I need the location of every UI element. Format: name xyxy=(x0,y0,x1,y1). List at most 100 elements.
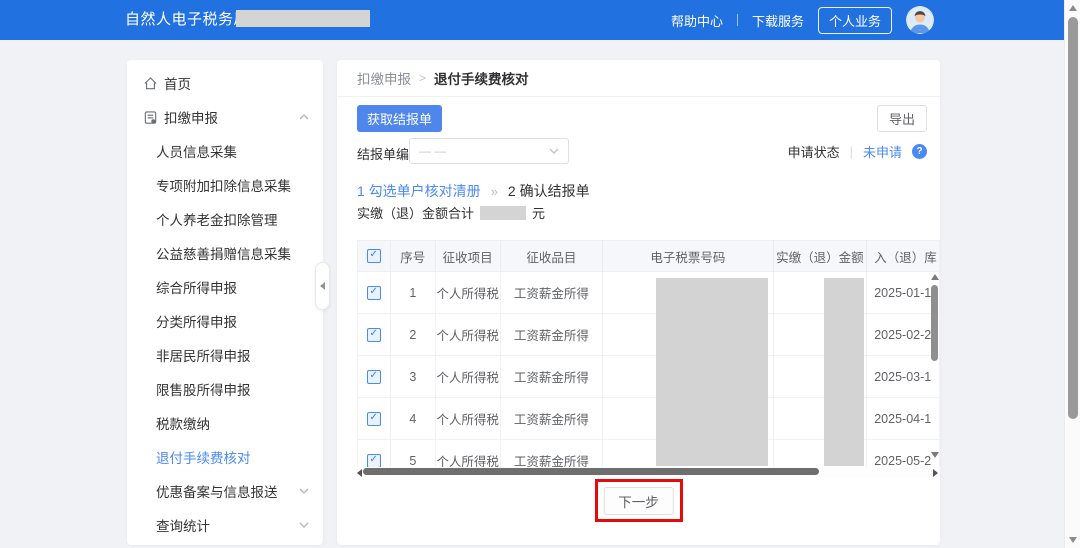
chevron-down-icon xyxy=(299,522,309,528)
cell-seq: 1 xyxy=(391,272,436,313)
help-center-link[interactable]: 帮助中心 xyxy=(671,11,723,30)
fetch-settlement-button[interactable]: 获取结报单 xyxy=(357,105,442,132)
sidebar-item-personnel-info[interactable]: 人员信息采集 xyxy=(127,134,323,168)
topbar-divider xyxy=(737,14,738,26)
sidebar-item-comprehensive-income[interactable]: 综合所得申报 xyxy=(127,270,323,304)
cell-date: 2025-04-1 xyxy=(867,398,939,439)
page-scrollbar-thumb[interactable] xyxy=(1068,17,1078,419)
sidebar-collapse-handle[interactable] xyxy=(315,262,330,310)
chevron-up-icon xyxy=(299,114,309,120)
scroll-up-icon[interactable] xyxy=(1069,5,1077,11)
user-avatar[interactable] xyxy=(906,6,934,34)
breadcrumb-parent[interactable]: 扣缴申报 xyxy=(357,68,411,88)
account-name-redaction xyxy=(236,10,370,27)
avatar-person-icon xyxy=(906,6,934,34)
row-checkbox[interactable] xyxy=(367,412,381,426)
table-hscroll-thumb[interactable] xyxy=(363,468,819,475)
topbar: 自然人电子税务局 帮助中心 下载服务 个人业务 xyxy=(0,0,1064,40)
step-1-link[interactable]: 1 勾选单户核对清册 xyxy=(357,181,481,201)
column-header-project: 征收项目 xyxy=(436,241,501,271)
column-header-ticket: 电子税票号码 xyxy=(603,241,773,271)
step-indicator: 1 勾选单户核对清册 » 2 确认结报单 xyxy=(357,181,590,201)
row-checkbox[interactable] xyxy=(367,328,381,342)
sidebar: 首页 扣缴申报 人员信息采集 专项附加扣除信息采集 个人养老金扣除管理 公益慈善… xyxy=(127,60,323,545)
next-step-button[interactable]: 下一步 xyxy=(603,487,674,515)
column-header-item: 征收品目 xyxy=(501,241,604,271)
total-amount-unit: 元 xyxy=(532,203,545,222)
total-amount-redaction xyxy=(480,206,526,220)
scroll-up-icon[interactable] xyxy=(931,274,939,280)
cell-project: 个人所得税 xyxy=(436,272,501,313)
table-horizontal-scrollbar[interactable] xyxy=(357,467,940,477)
select-placeholder: — — xyxy=(419,144,549,158)
column-header-seq: 序号 xyxy=(391,241,436,271)
breadcrumb-current: 退付手续费核对 xyxy=(434,68,529,88)
cell-item: 工资薪金所得 xyxy=(501,398,604,439)
page: 自然人电子税务局 帮助中心 下载服务 个人业务 xyxy=(0,0,1080,548)
row-checkbox[interactable] xyxy=(367,454,381,468)
cell-item: 工资薪金所得 xyxy=(501,272,604,313)
select-all-checkbox[interactable] xyxy=(367,249,381,263)
status-label: 申请状态 xyxy=(788,142,840,161)
sidebar-item-preferential-filing[interactable]: 优惠备案与信息报送 xyxy=(127,474,323,508)
amount-redaction xyxy=(824,278,864,466)
cell-project: 个人所得税 xyxy=(436,356,501,397)
sidebar-item-special-deduction[interactable]: 专项附加扣除信息采集 xyxy=(127,168,323,202)
scroll-left-icon[interactable] xyxy=(357,469,362,477)
settlement-number-select[interactable]: — — xyxy=(409,138,569,164)
cell-project: 个人所得税 xyxy=(436,314,501,355)
cell-item: 工资薪金所得 xyxy=(501,440,604,467)
cell-date: 2025-05-2 xyxy=(867,440,939,467)
status-divider: | xyxy=(850,144,853,159)
cell-seq: 2 xyxy=(391,314,436,355)
app-title: 自然人电子税务局 xyxy=(125,0,249,40)
sidebar-item-pension-deduction[interactable]: 个人养老金扣除管理 xyxy=(127,202,323,236)
application-status: 申请状态 | 未申请 ? xyxy=(788,142,927,161)
page-scrollbar[interactable] xyxy=(1064,0,1080,548)
total-amount-label: 实缴（退）金额合计 xyxy=(357,203,474,222)
sidebar-item-refund-fee-check[interactable]: 退付手续费核对 xyxy=(127,440,323,474)
personal-business-button[interactable]: 个人业务 xyxy=(818,7,892,34)
sidebar-item-restricted-stock[interactable]: 限售股所得申报 xyxy=(127,372,323,406)
row-checkbox[interactable] xyxy=(367,370,381,384)
breadcrumb-separator: > xyxy=(419,71,426,85)
sidebar-item-withholding-declare[interactable]: 扣缴申报 xyxy=(127,100,323,134)
scroll-down-icon[interactable] xyxy=(931,452,939,458)
sidebar-item-nonresident-income[interactable]: 非居民所得申报 xyxy=(127,338,323,372)
home-icon xyxy=(142,75,158,91)
sidebar-item-charity-donation[interactable]: 公益慈善捐赠信息采集 xyxy=(127,236,323,270)
scroll-down-icon[interactable] xyxy=(1069,537,1077,543)
ticket-number-redaction xyxy=(656,278,768,466)
cell-date: 2025-01-1 xyxy=(867,272,939,313)
cell-date: 2025-02-2 xyxy=(867,314,939,355)
question-icon[interactable]: ? xyxy=(912,144,927,159)
step-2-label: 2 确认结报单 xyxy=(508,181,590,201)
cell-seq: 3 xyxy=(391,356,436,397)
table-vscroll-thumb[interactable] xyxy=(931,285,938,361)
total-amount-row: 实缴（退）金额合计 元 xyxy=(357,203,545,222)
export-button[interactable]: 导出 xyxy=(877,105,927,132)
sidebar-item-tax-payment[interactable]: 税款缴纳 xyxy=(127,406,323,440)
scroll-right-icon[interactable] xyxy=(933,469,938,477)
table-header-row: 序号 征收项目 征收品目 电子税票号码 实缴（退）金额 入（退）库 xyxy=(357,240,940,272)
cell-item: 工资薪金所得 xyxy=(501,356,604,397)
chevron-down-icon xyxy=(549,148,559,154)
download-service-link[interactable]: 下载服务 xyxy=(752,11,804,30)
cell-date: 2025-03-1 xyxy=(867,356,939,397)
sidebar-item-query-statistics[interactable]: 查询统计 xyxy=(127,508,323,542)
cell-seq: 5 xyxy=(391,440,436,467)
sidebar-item-classified-income[interactable]: 分类所得申报 xyxy=(127,304,323,338)
breadcrumb: 扣缴申报 > 退付手续费核对 xyxy=(337,60,940,97)
table-vertical-scrollbar[interactable] xyxy=(930,274,940,458)
cell-seq: 4 xyxy=(391,398,436,439)
row-checkbox[interactable] xyxy=(367,286,381,300)
column-header-amount: 实缴（退）金额 xyxy=(774,241,868,271)
column-header-date: 入（退）库 xyxy=(867,241,939,271)
cell-project: 个人所得税 xyxy=(436,440,501,467)
chevron-left-icon xyxy=(320,282,325,290)
main-content: 扣缴申报 > 退付手续费核对 获取结报单 导出 结报单编号 — — 申请状态 |… xyxy=(337,60,940,545)
status-value: 未申请 xyxy=(863,142,902,161)
chevron-down-icon xyxy=(299,488,309,494)
document-icon xyxy=(142,109,158,125)
sidebar-item-home[interactable]: 首页 xyxy=(127,66,323,100)
